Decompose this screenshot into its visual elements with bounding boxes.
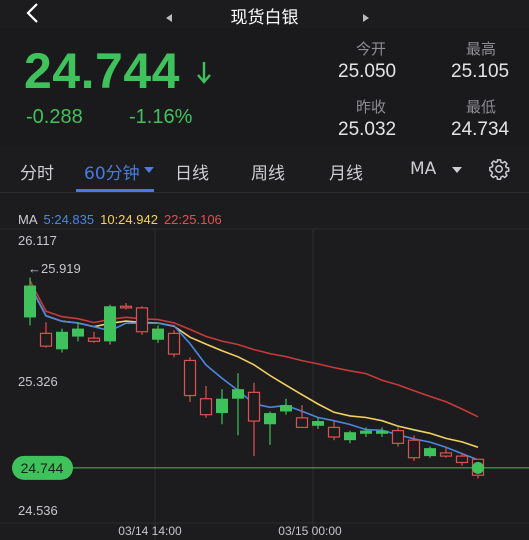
tab-monthly[interactable]: 月线 [329, 159, 363, 184]
y-tick-label: 25.326 [18, 374, 58, 389]
tab-daily[interactable]: 日线 [175, 159, 209, 184]
quote-panel: 24.744 -0.288 -1.16% 今开 25.050 最高 25.105… [0, 28, 529, 146]
candle-body [360, 430, 372, 434]
low-label: 最低 [466, 98, 497, 116]
tab-intraday[interactable]: 分时 [20, 159, 54, 184]
kline-chart[interactable]: MA 5:24.835 10:24.942 22:25.106 24.744 26.11… [0, 193, 529, 540]
prev-close-label: 昨收 [356, 98, 387, 116]
price-change: -0.288 [26, 106, 83, 128]
candles [24, 277, 485, 479]
candle-body [39, 332, 53, 347]
open-value: 25.050 [338, 61, 397, 82]
tab-60min[interactable]: 60分钟 [84, 159, 140, 184]
axis-labels: 24.744 26.117 25.326 24.536 ←25.919 03/14 14:… [12, 233, 529, 538]
candle-body [247, 391, 261, 422]
candle-body [183, 359, 197, 397]
current-price-tag-text: 24.744 [21, 460, 64, 476]
candle-body [455, 455, 469, 464]
candle-body [344, 432, 356, 441]
high-value: 25.105 [451, 61, 510, 82]
candle-body [135, 307, 149, 333]
page-title: 现货白银 [230, 8, 299, 28]
timeframe-tabs: 分时 60分钟 日线 周线 月线 MA [0, 146, 529, 193]
candle-body [232, 389, 244, 399]
candle-body [376, 430, 388, 434]
ma-dropdown-icon[interactable] [452, 167, 462, 173]
candle-body [407, 439, 421, 459]
chart-canvas[interactable]: 24.744 26.117 25.326 24.536 ←25.919 03/14 14:… [0, 193, 529, 540]
candle-body [72, 328, 84, 337]
candle-body [199, 398, 213, 416]
candle-body [56, 331, 68, 350]
candle-body [24, 285, 36, 318]
last-price: 24.744 [24, 43, 180, 99]
candle-body [391, 430, 405, 444]
y-tick-label: 24.536 [18, 503, 58, 518]
candle-body [439, 452, 453, 457]
candle-body [295, 417, 309, 429]
candle-body [216, 398, 228, 414]
candle-body [119, 305, 133, 309]
x-tick-label: 03/14 14:00 [118, 524, 182, 538]
candle-body [152, 328, 164, 340]
candle-body [424, 448, 436, 457]
candle-body [312, 421, 324, 426]
price-change-percent: -1.16% [129, 106, 193, 128]
candle-body [104, 306, 116, 342]
x-tick-label: 03/15 00:00 [278, 524, 342, 538]
candle-body [264, 413, 276, 425]
y-tick-label: 26.117 [18, 233, 57, 248]
candle-body [280, 405, 292, 412]
active-tab-indicator [76, 189, 154, 192]
max-marker-label: ←25.919 [28, 261, 81, 276]
candle-body [327, 426, 341, 438]
tab-ma[interactable]: MA [410, 159, 436, 179]
prev-close-value: 25.032 [338, 119, 397, 140]
top-bar: 现货白银 [0, 0, 529, 28]
next-instrument-icon[interactable] [363, 14, 369, 22]
tab-weekly[interactable]: 周线 [251, 159, 285, 184]
gear-icon[interactable] [488, 158, 510, 180]
current-price-dot [472, 461, 484, 474]
open-label: 今开 [356, 40, 387, 58]
tab-60min-dropdown-icon[interactable] [144, 167, 154, 173]
down-arrow-icon [197, 62, 211, 84]
low-value: 24.734 [451, 119, 510, 140]
candle-body [167, 332, 181, 355]
candle-body [87, 337, 101, 342]
high-label: 最高 [466, 40, 497, 58]
